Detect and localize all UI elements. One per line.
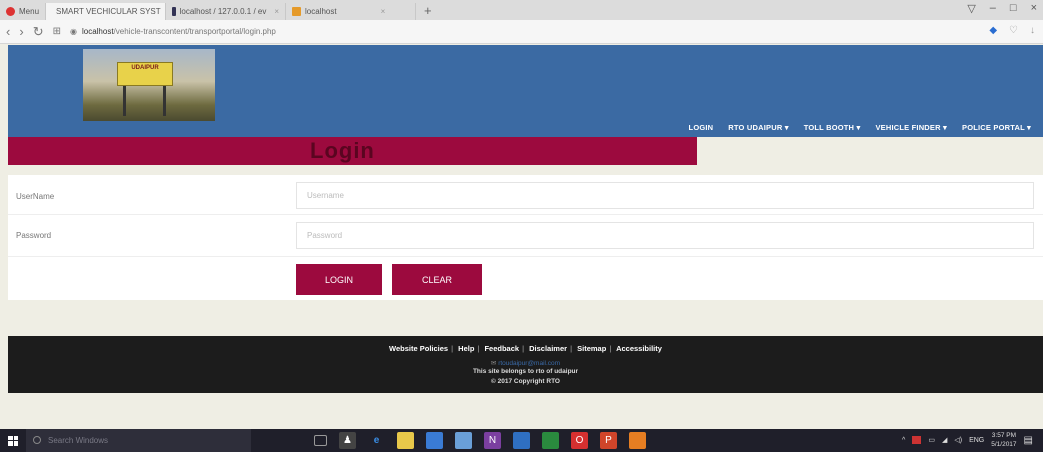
battery-icon[interactable]: ▭ <box>928 436 935 444</box>
nav-rto-udaipur[interactable]: RTO UDAIPUR ▾ <box>728 123 788 132</box>
address-bar: ‹ › ↻ ⊞ ◉ localhost/vehicle-transcontent… <box>0 20 1043 44</box>
login-form: UserName Password LOGIN CLEAR <box>8 175 1043 300</box>
download-icon[interactable]: ↓ <box>1030 25 1035 36</box>
clock-time: 3:57 PM <box>991 432 1016 439</box>
vpn-icon[interactable]: ◆ <box>989 25 997 36</box>
footer-copyright: © 2017 Copyright RTO <box>491 378 560 385</box>
volume-icon[interactable]: ◁) <box>954 436 962 444</box>
windows-taskbar: Search Windows ♟ e N O P ^ ▭ ◢ ◁) ENG 3:… <box>0 429 1043 452</box>
close-window-button[interactable]: × <box>1031 2 1037 15</box>
tray-chevron-icon[interactable]: ^ <box>902 437 905 444</box>
speed-dial-icon[interactable]: ⊞ <box>53 26 61 37</box>
nav-login[interactable]: LOGIN <box>689 123 714 132</box>
footer-link-disclaimer[interactable]: Disclaimer <box>529 344 567 353</box>
site-info-icon[interactable]: ◉ <box>70 27 77 36</box>
url-field[interactable]: ◉ localhost/vehicle-transcontent/transpo… <box>70 27 276 36</box>
clear-button[interactable]: CLEAR <box>392 264 482 295</box>
login-button[interactable]: LOGIN <box>296 264 382 295</box>
taskbar-search[interactable]: Search Windows <box>26 429 251 452</box>
heart-icon[interactable]: ♡ <box>1009 25 1018 36</box>
username-label: UserName <box>16 192 55 201</box>
edge-icon[interactable]: e <box>368 432 385 449</box>
footer-links: Website Policies | Help | Feedback | Discla… <box>389 344 662 353</box>
task-view-icon[interactable] <box>314 435 327 446</box>
start-button[interactable] <box>0 429 26 452</box>
footer-link-policies[interactable]: Website Policies <box>389 344 448 353</box>
app-icon[interactable] <box>455 432 472 449</box>
site-footer: Website Policies | Help | Feedback | Discla… <box>8 336 1043 393</box>
password-label: Password <box>16 231 52 240</box>
back-icon[interactable]: ‹ <box>6 24 10 39</box>
logo-sign: UDAIPUR <box>117 62 173 86</box>
store-icon[interactable] <box>426 432 443 449</box>
tab-localhost[interactable]: localhost × <box>286 3 417 20</box>
footer-email[interactable]: ✉ rtoudaipur@mail.com <box>8 359 1043 367</box>
footer-link-sitemap[interactable]: Sitemap <box>577 344 606 353</box>
logo-post <box>123 86 126 116</box>
top-nav: LOGIN RTO UDAIPUR ▾ TOLL BOOTH ▾ VEHICLE… <box>689 123 1031 132</box>
people-icon[interactable]: ♟ <box>339 432 356 449</box>
footer-link-feedback[interactable]: Feedback <box>484 344 519 353</box>
windows-icon <box>8 435 18 446</box>
notifications-icon[interactable]: ▤ <box>1024 435 1033 446</box>
language-indicator[interactable]: ENG <box>969 437 984 444</box>
url-host: localhost <box>81 27 114 36</box>
mail-app-icon[interactable] <box>513 432 530 449</box>
password-input[interactable] <box>296 222 1034 249</box>
xampp-icon[interactable] <box>629 432 646 449</box>
page-icon <box>292 7 302 16</box>
search-placeholder: Search Windows <box>48 436 109 445</box>
address-bar-actions: ◆ ♡ ↓ <box>989 25 1035 36</box>
opera-icon <box>6 7 15 16</box>
mail-icon: ✉ <box>490 360 497 367</box>
nav-vehicle-finder[interactable]: VEHICLE FINDER ▾ <box>875 123 947 132</box>
tab-phpmyadmin[interactable]: localhost / 127.0.0.1 / ev × <box>166 3 287 20</box>
tab-label: SMART VECHICULAR SYST <box>56 7 161 16</box>
taskbar-apps: ♟ e N O P <box>314 432 646 449</box>
tab-smart-vehicular[interactable]: SMART VECHICULAR SYST × <box>46 3 167 20</box>
reload-icon[interactable]: ↻ <box>33 24 44 40</box>
page-title: Login <box>310 138 375 163</box>
nav-toll-booth[interactable]: TOLL BOOTH ▾ <box>804 123 861 132</box>
url-path: /vehicle-transcontent/transportportal/lo… <box>113 27 276 36</box>
login-title-bar: Login <box>8 137 697 165</box>
logo-post <box>163 86 166 116</box>
page-icon <box>172 7 176 16</box>
tab-menu[interactable]: Menu <box>0 3 47 20</box>
minimize-button[interactable]: – <box>990 2 996 15</box>
udaipur-logo: UDAIPUR <box>83 49 215 121</box>
forward-icon[interactable]: › <box>19 24 23 39</box>
new-tab-button[interactable]: + <box>416 3 440 18</box>
filter-icon[interactable]: ▽ <box>967 2 975 15</box>
close-tab-icon[interactable]: × <box>381 7 386 16</box>
window-controls: ▽ – □ × <box>967 2 1037 15</box>
footer-belongs: This site belongs to rto of udaipur <box>472 368 579 375</box>
excel-icon[interactable] <box>542 432 559 449</box>
tab-label: localhost <box>305 7 337 16</box>
nav-police-portal[interactable]: POLICE PORTAL ▾ <box>962 123 1031 132</box>
clock[interactable]: 3:57 PM 5/1/2017 <box>991 431 1016 449</box>
maximize-button[interactable]: □ <box>1010 2 1017 15</box>
powerpoint-icon[interactable]: P <box>600 432 617 449</box>
footer-link-help[interactable]: Help <box>458 344 474 353</box>
opera-icon[interactable]: O <box>571 432 588 449</box>
username-input[interactable] <box>296 182 1034 209</box>
username-row: UserName <box>8 175 1043 215</box>
onenote-icon[interactable]: N <box>484 432 501 449</box>
file-explorer-icon[interactable] <box>397 432 414 449</box>
wifi-icon[interactable]: ◢ <box>942 436 947 444</box>
password-row: Password <box>8 215 1043 257</box>
search-icon <box>33 436 41 444</box>
close-tab-icon[interactable]: × <box>274 7 279 16</box>
clock-date: 5/1/2017 <box>991 441 1017 448</box>
footer-link-accessibility[interactable]: Accessibility <box>616 344 662 353</box>
browser-tab-bar: Menu SMART VECHICULAR SYST × localhost /… <box>0 0 1043 20</box>
system-tray: ^ ▭ ◢ ◁) ENG 3:57 PM 5/1/2017 ▤ <box>902 431 1033 449</box>
tab-label: localhost / 127.0.0.1 / ev <box>179 7 267 16</box>
tab-label: Menu <box>19 7 40 16</box>
site-header: UDAIPUR LOGIN RTO UDAIPUR ▾ TOLL BOOTH ▾… <box>8 45 1043 137</box>
tray-app-icon[interactable] <box>912 436 922 444</box>
